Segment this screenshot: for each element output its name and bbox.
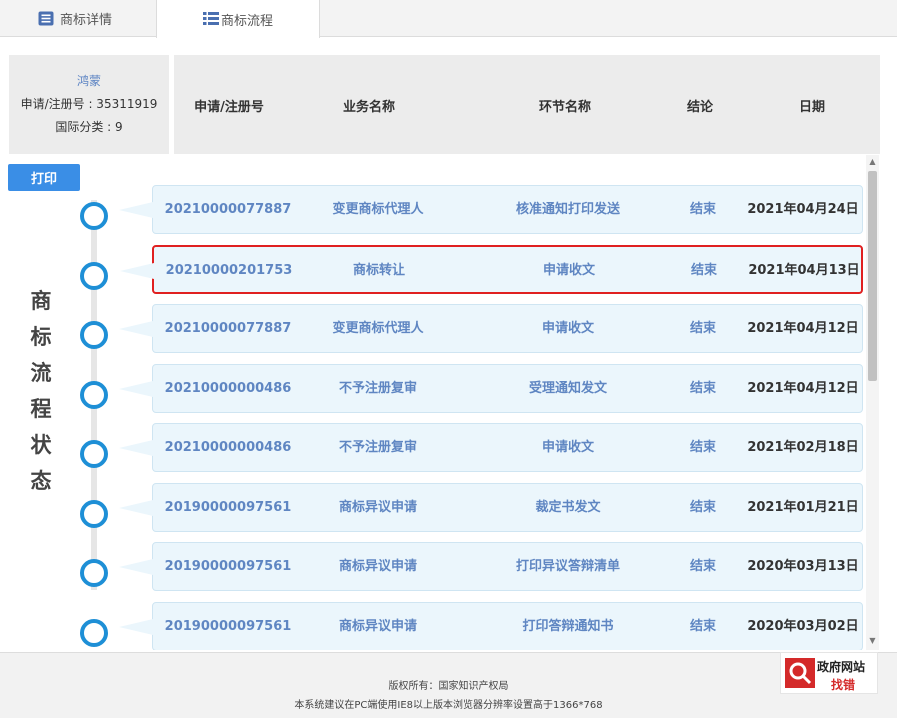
cell-date: 2021年04月12日 [747,380,859,396]
cell-business: 不予注册复审 [338,440,417,455]
cell-result: 结束 [690,262,717,278]
cell-reg-no: 20210000201753 [165,262,293,278]
magnifier-logo-icon [785,658,815,688]
cell-business: 商标异议申请 [338,618,417,634]
cell-step: 受理通知发文 [528,380,607,396]
trademark-name[interactable]: 鸿蒙 [9,72,169,89]
gov-badge-line2: 找错 [831,678,856,692]
tab-trademark-details[interactable]: 商标详情 [0,0,156,37]
cell-reg-no: 20210000000486 [164,440,292,455]
header-step: 环节名称 [538,100,591,115]
table-header: 申请/注册号 业务名称 环节名称 结论 日期 [174,55,880,154]
scroll-down-icon[interactable]: ▼ [866,636,879,648]
cell-date: 2020年03月02日 [747,618,859,634]
cell-result: 结束 [689,499,716,515]
table-row[interactable]: 20190000097561 商标异议申请 裁定书发文 结束 2021年01月21日 [119,482,863,532]
flow-list: 20210000077887 变更商标代理人 核准通知打印发送 结束 2021年04月2… [100,155,865,650]
cell-reg-no: 20210000077887 [164,321,292,336]
table-row[interactable]: 20210000077887 变更商标代理人 核准通知打印发送 结束 2021年04月2… [119,185,863,234]
cell-step: 裁定书发文 [535,499,601,515]
cell-business: 商标转让 [352,262,405,278]
table-row[interactable]: 20190000097561 商标异议申请 打印答辩通知书 结束 2020年03月02日 [119,601,863,650]
document-list-icon [38,11,54,26]
tab-label: 商标流程 [221,13,274,29]
cell-date: 2021年01月21日 [747,499,859,515]
footer: 版权所有：国家知识产权局 本系统建议在PC端使用IE8以上版本浏览器分辨率设置高… [0,652,897,718]
title-char: 态 [30,469,52,493]
cell-date: 2021年02月18日 [747,440,859,455]
title-char: 商 [30,289,52,313]
title-char: 标 [30,325,52,349]
cell-result: 结束 [689,202,716,217]
row-pointer [119,202,153,218]
title-char: 流 [30,361,52,385]
scroll-up-icon[interactable]: ▲ [866,157,879,169]
table-row[interactable]: 20210000000486 不予注册复审 申请收文 结束 2021年02月18日 [119,423,863,472]
table-row[interactable]: 20210000077887 变更商标代理人 申请收文 结束 2021年04月12日 [119,304,863,353]
cell-business: 变更商标代理人 [332,202,424,217]
row-pointer [119,321,153,337]
tab-trademark-flow[interactable]: 商标流程 [156,0,320,38]
table-row[interactable]: 20190000097561 商标异议申请 打印异议答辩清单 结束 2020年03月13… [119,542,863,591]
flow-status-title: 商 标 流 程 状 态 [27,283,55,499]
table-row[interactable]: 20210000000486 不予注册复审 受理通知发文 结束 2021年04月12日 [119,363,863,413]
browser-note: 本系统建议在PC端使用IE8以上版本浏览器分辨率设置高于1366*768 [294,700,603,711]
cell-result: 结束 [689,440,716,455]
cell-result: 结束 [689,380,716,396]
cell-step: 核准通知打印发送 [515,202,620,217]
tab-bar: 商标详情 商标流程 [0,0,897,38]
cell-business: 变更商标代理人 [332,321,424,336]
row-pointer [120,262,154,279]
row-pointer [119,559,153,575]
cell-step: 申请收文 [541,321,594,336]
registration-number: 申请/注册号 : 35311919 [20,97,158,111]
gov-site-error-report-badge[interactable]: 政府网站 找错 [780,652,878,694]
cell-date: 2021年04月12日 [747,321,859,336]
cell-result: 结束 [689,559,716,574]
grid-list-icon [203,12,219,25]
cell-date: 2021年04月24日 [747,202,859,217]
cell-business: 商标异议申请 [338,499,417,515]
international-class: 国际分类 : 9 [55,120,123,134]
header-business: 业务名称 [342,100,395,115]
cell-reg-no: 20210000000486 [164,380,292,396]
cell-step: 打印答辩通知书 [522,618,614,634]
header-result: 结论 [686,100,713,115]
tab-label: 商标详情 [60,13,113,28]
scrollbar[interactable]: ▲ ▼ [866,155,879,650]
cell-reg-no: 20190000097561 [164,499,292,515]
title-char: 程 [30,397,52,421]
cell-step: 申请收文 [541,440,594,455]
scrollbar-thumb[interactable] [868,171,877,381]
cell-result: 结束 [689,618,716,634]
cell-step: 申请收文 [542,262,595,278]
cell-date: 2021年04月13日 [748,262,860,278]
cell-reg-no: 20190000097561 [164,559,292,574]
print-button[interactable]: 打印 [8,164,80,191]
cell-date: 2020年03月13日 [747,559,859,574]
gov-badge-line1: 政府网站 [817,660,866,674]
row-pointer [119,618,153,635]
cell-business: 商标异议申请 [338,559,417,574]
header-date: 日期 [798,100,825,115]
cell-result: 结束 [689,321,716,336]
cell-reg-no: 20210000077887 [164,202,292,217]
row-pointer [119,440,153,456]
row-pointer [119,380,153,397]
cell-step: 打印异议答辩清单 [515,559,620,574]
header-reg-no: 申请/注册号 [194,100,264,115]
table-row-highlighted[interactable]: 20210000201753 商标转让 申请收文 结束 2021年04月13日 [120,244,863,294]
cell-reg-no: 20190000097561 [164,618,292,634]
row-pointer [119,499,153,516]
title-char: 状 [30,433,52,457]
cell-business: 不予注册复审 [338,380,417,396]
copyright-text: 版权所有：国家知识产权局 [388,681,509,692]
trademark-info-box: 鸿蒙 申请/注册号 : 35311919 国际分类 : 9 [9,55,169,154]
